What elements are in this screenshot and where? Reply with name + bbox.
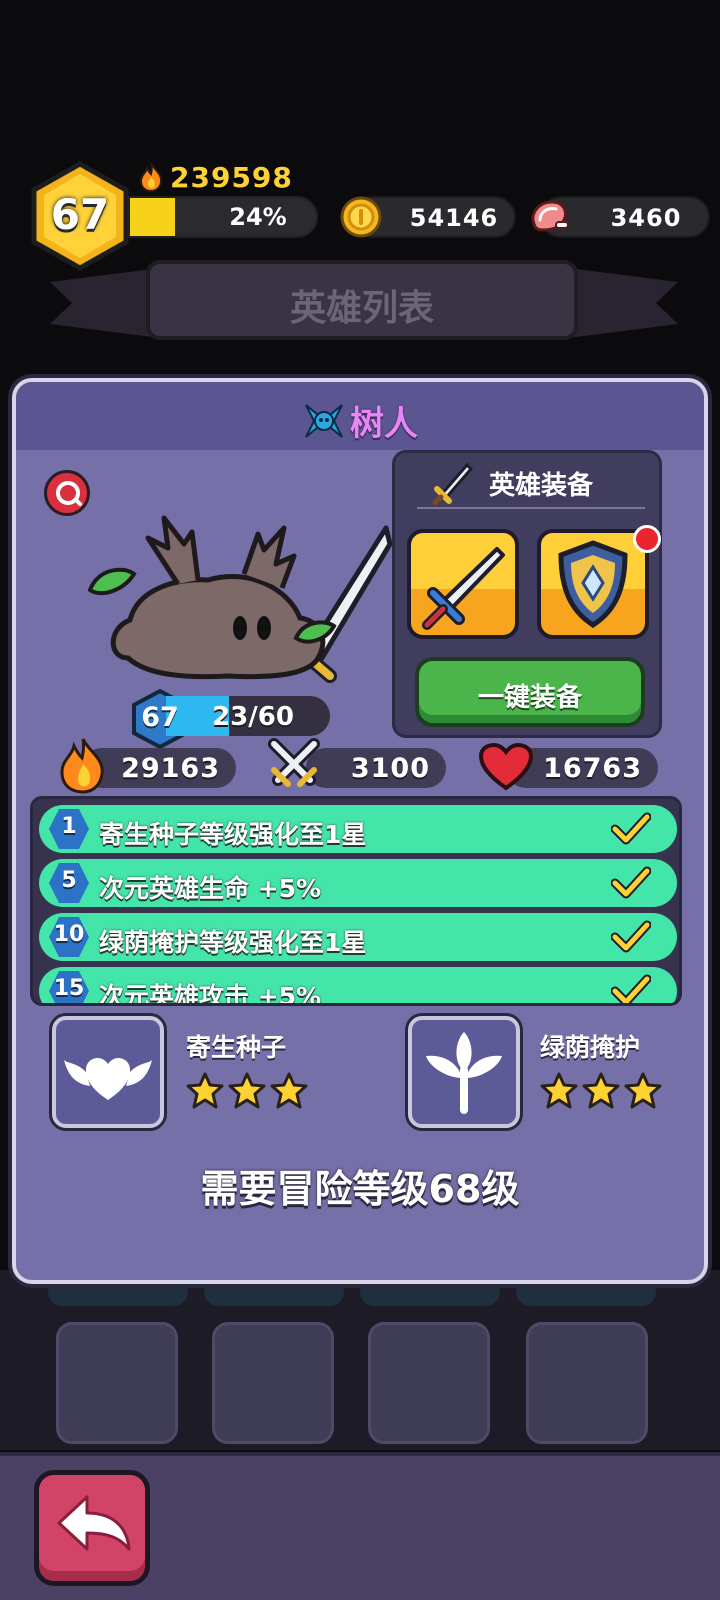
background-banner-title: 英雄列表 <box>289 288 434 329</box>
hero-level: 67 <box>141 702 179 733</box>
back-button[interactable] <box>34 1470 150 1586</box>
bonus-row: 10 绿荫掩护等级强化至1星 <box>39 913 677 961</box>
check-icon <box>611 866 651 899</box>
gold-coin-icon <box>340 196 382 238</box>
xp-bar: 24% <box>128 196 318 238</box>
hero-portrait <box>87 515 393 683</box>
crossed-swords-icon <box>268 738 320 787</box>
background-hero-card <box>212 1322 334 1444</box>
bonus-level: 15 <box>53 976 85 1001</box>
skill-stars <box>540 1072 662 1110</box>
bonus-level: 5 <box>61 868 77 893</box>
bonus-text: 次元英雄攻击 +5% <box>99 982 322 1006</box>
hero-name: 树人 <box>350 404 418 444</box>
sword-icon <box>422 547 505 630</box>
background-ribbon-right <box>568 268 678 338</box>
equipment-divider <box>417 507 645 509</box>
winged-heart-icon <box>64 1058 152 1100</box>
check-icon <box>611 920 651 953</box>
one-key-equip-button[interactable]: 一键装备 <box>415 657 645 727</box>
power-total: 239598 <box>170 160 293 194</box>
player-level: 67 <box>50 190 110 239</box>
star-icon <box>186 1072 224 1109</box>
star-icon <box>270 1072 308 1109</box>
level-requirement: 需要冒险等级68级 <box>200 1167 520 1211</box>
bonus-level: 10 <box>53 922 85 947</box>
check-icon <box>611 812 651 845</box>
bonus-row: 1 寄生种子等级强化至1星 <box>39 805 677 853</box>
hero-title: 树人 <box>16 396 704 445</box>
meat-amount: 3460 <box>610 204 682 232</box>
bonus-row: 15 次元英雄攻击 +5% <box>39 967 677 1006</box>
equipment-panel: 英雄装备 一键装备 <box>392 450 662 738</box>
skill-name: 绿荫掩护 <box>540 1033 641 1062</box>
bonus-row: 5 次元英雄生命 +5% <box>39 859 677 907</box>
bonus-level: 1 <box>61 814 77 839</box>
equipment-title: 英雄装备 <box>489 471 594 501</box>
notification-dot <box>633 525 661 553</box>
xp-bar-fill <box>130 198 175 236</box>
star-icon <box>540 1072 578 1109</box>
background-ribbon-left <box>50 268 160 338</box>
bonus-text: 寄生种子等级强化至1星 <box>99 820 367 849</box>
skill-stars <box>186 1072 308 1110</box>
gold-amount: 54146 <box>409 204 499 232</box>
stat-hp-value: 16763 <box>543 753 642 784</box>
xp-percent: 24% <box>229 203 287 231</box>
skill-green-shade-button[interactable] <box>408 1016 520 1128</box>
meat-icon <box>531 200 569 232</box>
hero-level-bar: 23/60 <box>166 696 330 736</box>
bonus-text: 次元英雄生命 +5% <box>99 874 322 903</box>
flame-icon <box>60 738 104 794</box>
star-icon <box>582 1072 620 1109</box>
player-power: 239598 <box>138 160 293 194</box>
star-icon <box>228 1072 266 1109</box>
check-icon <box>611 974 651 1003</box>
background-hero-card <box>56 1322 178 1444</box>
stat-attack-value: 3100 <box>350 753 430 784</box>
sprout-icon <box>426 1032 502 1114</box>
star-icon <box>624 1072 662 1109</box>
back-arrow-icon <box>57 1495 131 1551</box>
shield-icon <box>558 540 628 628</box>
hero-detail-panel: 树人 23/60 67 英雄装备 一键装备 29163 3100 16763 1… <box>12 378 708 1284</box>
background-hero-card <box>368 1322 490 1444</box>
stat-power-value: 29163 <box>121 753 220 784</box>
background-hero-card <box>526 1322 648 1444</box>
one-key-equip-label: 一键装备 <box>477 683 582 713</box>
hero-level-progress: 23/60 <box>212 702 294 732</box>
dimension-faction-icon <box>305 403 343 438</box>
flame-icon <box>139 162 163 192</box>
level-bonus-list[interactable]: 1 寄生种子等级强化至1星 5 次元英雄生命 +5% 10 绿荫掩护等级强化至1… <box>30 796 682 1006</box>
sword-icon <box>432 462 474 505</box>
skill-name: 寄生种子 <box>186 1033 287 1062</box>
weapon-slot[interactable] <box>407 529 519 639</box>
heart-icon <box>478 742 534 791</box>
stat-attack: 3100 <box>306 748 446 788</box>
skill-parasite-seed-button[interactable] <box>52 1016 164 1128</box>
shield-slot[interactable] <box>537 529 649 639</box>
bonus-text: 绿荫掩护等级强化至1星 <box>99 928 367 957</box>
